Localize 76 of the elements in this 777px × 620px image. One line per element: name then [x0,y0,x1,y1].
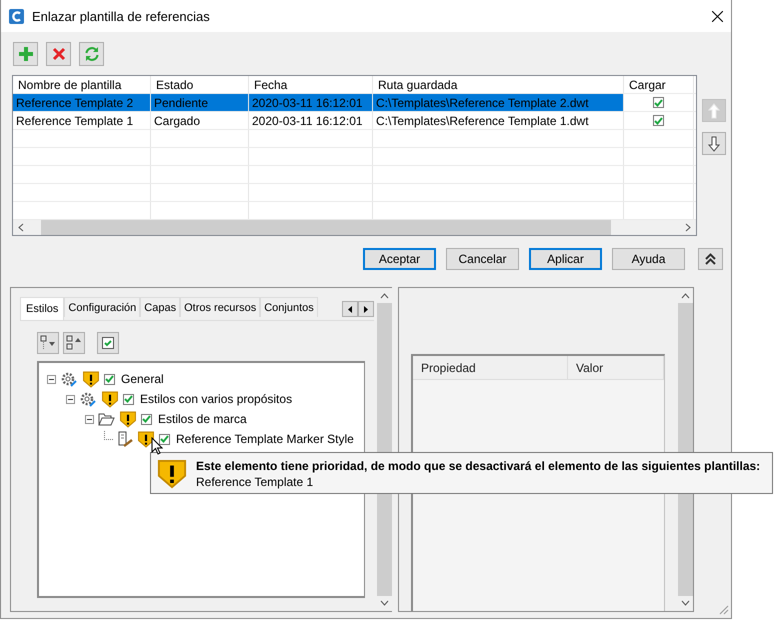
checkbox[interactable] [653,97,664,108]
refresh-icon [84,46,100,62]
dialog-button[interactable]: Ayuda [612,248,685,270]
table-cell: 2020-03-11 16:12:01 [249,112,373,129]
table-row[interactable]: Reference Template 2 Pendiente 2020-03-11 16:12:01 C:\Templates\Reference Template 2.dwt [13,94,696,112]
scroll-left-button[interactable] [342,301,358,317]
collapse-toggle[interactable] [66,394,75,404]
table-cell: C:\Templates\Reference Template 1.dwt [373,112,624,129]
column-header[interactable]: Estado [151,76,249,93]
tooltip-title: Este elemento tiene prioridad, de modo que se desactivará el elemento de las siguientes plantillas: [196,459,760,473]
expand-all-button[interactable] [37,332,59,354]
dialog-button[interactable]: Aceptar [363,248,436,270]
gear-icon [79,390,97,408]
checkbox[interactable] [141,414,152,424]
table-cell: Cargado [151,112,249,129]
check-all-button[interactable] [97,332,119,354]
tree-item-label[interactable]: Reference Template Marker Style [174,432,354,446]
double-chevron-icon [705,253,716,265]
toolbar-button[interactable] [46,42,71,66]
tab[interactable]: Estilos [20,297,64,320]
table-cell: Pendiente [151,94,249,111]
warning-icon [157,459,187,489]
tooltip-text: Reference Template 1 [196,475,314,489]
column-header[interactable]: Valor [568,356,664,379]
scroll-down-icon[interactable] [680,600,690,606]
table-row[interactable]: Reference Template 1 Cargado 2020-03-11 16:12:01 C:\Templates\Reference Template 1.dwt [13,112,696,130]
down-arrow-icon [708,136,720,152]
tree-item-label[interactable]: General [119,372,164,386]
collapse-button[interactable] [698,248,723,270]
close-icon[interactable] [712,10,723,22]
add-icon [18,46,34,62]
folder-icon [98,412,115,426]
checkbox[interactable] [104,374,115,384]
table-cell: 2020-03-11 16:12:01 [249,94,373,111]
tab[interactable]: Conjuntos [260,297,318,317]
tab[interactable]: Configuración [64,297,140,317]
checkbox-icon [102,337,114,349]
dialog-button[interactable]: Aplicar [529,248,602,270]
up-arrow-icon [708,102,720,118]
checkbox[interactable] [653,115,664,126]
delete-icon [52,47,66,61]
tab[interactable]: Capas [140,297,180,317]
scroll-up-icon[interactable] [680,293,690,299]
table-cell: Reference Template 2 [13,94,151,111]
app-logo-icon [9,8,24,24]
column-header[interactable]: Propiedad [413,356,568,379]
dialog-button[interactable]: Cancelar [446,248,519,270]
scroll-right-button[interactable] [358,301,374,317]
collapse-toggle[interactable] [47,374,56,384]
resize-grip-icon[interactable] [717,603,729,615]
column-header[interactable]: Cargar [624,76,694,93]
right-triangle-icon [364,306,368,312]
checkbox[interactable] [123,394,134,404]
table-cell: Reference Template 1 [13,112,151,129]
window-title: Enlazar plantilla de referencias [32,8,211,24]
collapse-toggle[interactable] [85,414,94,424]
left-triangle-icon [348,306,352,312]
horizontal-scrollbar[interactable] [13,220,696,235]
expand-tree-icon [40,335,56,351]
collapse-tree-icon [66,335,82,351]
collapse-all-button[interactable] [63,332,85,354]
marker-style-icon [117,431,133,447]
tree-item-label[interactable]: Estilos con varios propósitos [138,392,292,406]
move-button[interactable] [702,132,726,155]
column-header[interactable]: Nombre de plantilla [13,76,151,93]
checkbox[interactable] [159,434,170,444]
column-header[interactable]: Fecha [249,76,373,93]
table-cell: C:\Templates\Reference Template 2.dwt [373,94,624,111]
tree-item-label[interactable]: Estilos de marca [156,412,247,426]
gear-icon [60,370,78,388]
scroll-up-icon[interactable] [380,293,389,299]
tab[interactable]: Otros recursos [180,297,260,317]
column-header[interactable]: Ruta guardada [373,76,624,93]
scroll-left-icon[interactable] [18,223,24,232]
scroll-right-icon[interactable] [684,223,690,232]
scroll-down-icon[interactable] [380,600,389,606]
